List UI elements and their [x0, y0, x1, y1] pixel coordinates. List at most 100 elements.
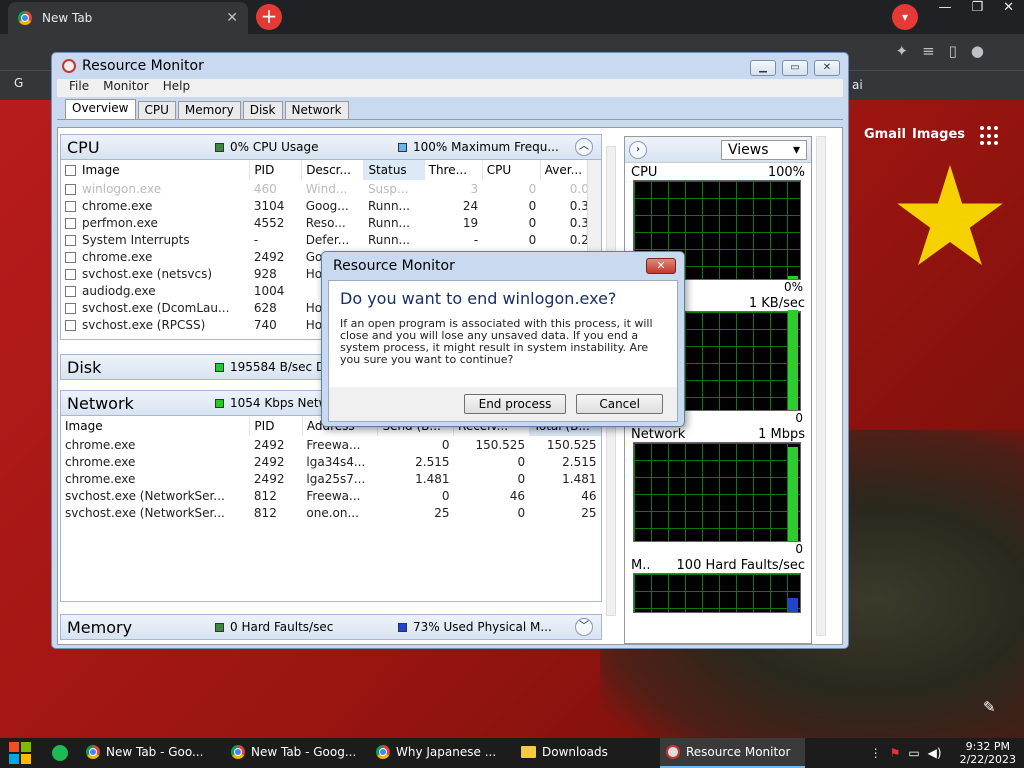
table-cell: 25: [529, 504, 600, 521]
close-tab-icon[interactable]: ✕: [226, 10, 238, 26]
row-checkbox[interactable]: [65, 234, 76, 246]
images-link[interactable]: Images: [912, 127, 965, 142]
bookmark-item[interactable]: G: [14, 76, 23, 90]
taskbar-chrome-3[interactable]: Why Japanese ...: [370, 738, 515, 768]
expand-chevron-down-icon[interactable]: ﹀: [575, 618, 593, 636]
bookmark-item[interactable]: ai: [852, 78, 863, 92]
table-cell: Wind...: [302, 180, 364, 197]
table-cell: 3104: [250, 197, 302, 214]
menu-monitor[interactable]: Monitor: [103, 79, 149, 97]
windows-logo-icon: [9, 742, 31, 764]
action-center-flag-icon[interactable]: ⚑: [890, 746, 901, 760]
sidepanel-icon[interactable]: ▯: [949, 42, 957, 60]
select-all-checkbox[interactable]: [65, 165, 76, 176]
memory-section-header[interactable]: Memory 0 Hard Faults/sec 73% Used Physic…: [60, 614, 602, 640]
row-checkbox[interactable]: [65, 285, 76, 297]
dialog-titlebar[interactable]: Resource Monitor ✕: [322, 252, 684, 280]
dialog-close-button[interactable]: ✕: [646, 258, 676, 274]
row-checkbox[interactable]: [65, 200, 76, 212]
table-row[interactable]: chrome.exe 2492 lga34s4... 2.515 0 2.515: [61, 453, 601, 470]
taskbar-chrome-2[interactable]: New Tab - Goog...: [225, 738, 370, 768]
media-icon[interactable]: ≡: [922, 42, 935, 60]
column-header[interactable]: PID: [249, 160, 303, 180]
tab-network[interactable]: Network: [284, 101, 349, 119]
table-cell: Reso...: [302, 214, 364, 231]
resmon-title: Resource Monitor: [82, 58, 204, 74]
table-row[interactable]: chrome.exe 2492 lga25s7... 1.481 0 1.481: [61, 470, 601, 487]
taskbar-downloads[interactable]: Downloads: [515, 738, 660, 768]
cell-text: chrome.exe: [65, 471, 136, 486]
browser-tab[interactable]: New Tab ✕: [8, 2, 248, 34]
network-icon[interactable]: ▭: [908, 746, 919, 760]
resmon-close-button[interactable]: ✕: [814, 60, 840, 76]
cpu-graph-foot-right: 0%: [783, 280, 803, 294]
restore-button[interactable]: ❐: [971, 0, 983, 20]
column-header[interactable]: PID: [249, 416, 303, 436]
taskbar-resource-monitor[interactable]: Resource Monitor: [660, 738, 805, 768]
cpu-section-header[interactable]: CPU 0% CPU Usage 100% Maximum Frequ... ︿: [60, 134, 602, 160]
views-dropdown[interactable]: Views ▾: [721, 139, 807, 160]
tab-disk[interactable]: Disk: [242, 101, 283, 119]
chrome-icon: [86, 745, 100, 759]
taskbar-clock[interactable]: 9:32 PM 2/22/2023: [950, 740, 1016, 766]
table-row[interactable]: System Interrupts - Defer... Runn... -0 0.27: [61, 231, 601, 248]
table-row[interactable]: svchost.exe (NetworkSer... 812 one.on... 25…: [61, 504, 601, 521]
column-header[interactable]: Image: [61, 160, 251, 180]
graph-pane-scrollbar[interactable]: [816, 136, 826, 636]
taskbar-chrome-1[interactable]: New Tab - Goo...: [80, 738, 225, 768]
table-cell: 4552: [250, 214, 302, 231]
cell-text: svchost.exe (NetworkSer...: [65, 488, 225, 503]
table-row[interactable]: svchost.exe (NetworkSer... 812 Freewa... 0 4…: [61, 487, 601, 504]
close-button[interactable]: ✕: [1003, 0, 1014, 20]
new-tab-button[interactable]: +: [256, 4, 282, 30]
cell-text: 0: [517, 454, 526, 469]
volume-icon[interactable]: ◀): [928, 746, 942, 760]
customize-pencil-icon[interactable]: ✎: [983, 698, 996, 716]
table-row[interactable]: chrome.exe 3104 Goog... Runn... 24 0 0.39: [61, 197, 601, 214]
menu-file[interactable]: File: [69, 79, 89, 97]
minimize-button[interactable]: —: [938, 0, 951, 20]
collapse-chevron-up-icon[interactable]: ︿: [575, 138, 593, 156]
tray-overflow-icon[interactable]: ⋮: [870, 746, 882, 760]
table-row[interactable]: winlogon.exe 460 Wind... Susp... 3 0 0.00: [61, 180, 601, 197]
cancel-button[interactable]: Cancel: [576, 394, 663, 414]
column-header[interactable]: CPU: [482, 160, 541, 180]
spotify-taskbar-button[interactable]: [40, 738, 80, 768]
cpu-usage: 0% CPU Usage: [230, 140, 319, 154]
table-row[interactable]: perfmon.exe 4552 Reso... Runn... 19 0 0.39: [61, 214, 601, 231]
row-checkbox[interactable]: [65, 302, 76, 314]
table-cell: 19: [424, 214, 482, 231]
cell-text: lga25s7...: [306, 471, 366, 486]
row-checkbox[interactable]: [65, 319, 76, 331]
tab-overview[interactable]: Overview: [65, 99, 136, 119]
end-process-button[interactable]: End process: [463, 394, 567, 414]
tab-search-chevron-icon[interactable]: ▾: [892, 4, 918, 30]
column-header[interactable]: Thre...: [424, 160, 483, 180]
network-graph-label: Network: [631, 427, 686, 442]
table-row[interactable]: chrome.exe 2492 Freewa... 0 150.525 150.525: [61, 436, 601, 453]
table-cell: one.on...: [302, 504, 378, 521]
google-apps-icon[interactable]: [980, 126, 1000, 146]
menu-help[interactable]: Help: [163, 79, 190, 97]
resmon-titlebar[interactable]: Resource Monitor: [52, 53, 848, 79]
table-cell: 0: [454, 504, 530, 521]
tab-cpu[interactable]: CPU: [137, 101, 176, 119]
expand-graph-pane-icon[interactable]: ›: [629, 140, 647, 159]
table-cell: 0: [454, 470, 530, 487]
resmon-minimize-button[interactable]: ▁: [750, 60, 776, 76]
column-header[interactable]: Image: [61, 416, 251, 436]
profile-avatar-icon[interactable]: ●: [971, 42, 984, 60]
row-checkbox[interactable]: [65, 183, 76, 195]
table-cell: 46: [454, 487, 530, 504]
puzzle-icon[interactable]: ✦: [895, 42, 908, 60]
row-checkbox[interactable]: [65, 251, 76, 263]
tab-memory[interactable]: Memory: [177, 101, 241, 119]
taskbar-resmon-label: Resource Monitor: [686, 745, 791, 759]
start-button[interactable]: [0, 738, 40, 768]
gmail-link[interactable]: Gmail: [864, 127, 906, 142]
column-header[interactable]: Status: [363, 160, 425, 180]
row-checkbox[interactable]: [65, 268, 76, 280]
column-header[interactable]: Descr...: [301, 160, 365, 180]
resmon-maximize-button[interactable]: ▭: [782, 60, 808, 76]
row-checkbox[interactable]: [65, 217, 76, 229]
